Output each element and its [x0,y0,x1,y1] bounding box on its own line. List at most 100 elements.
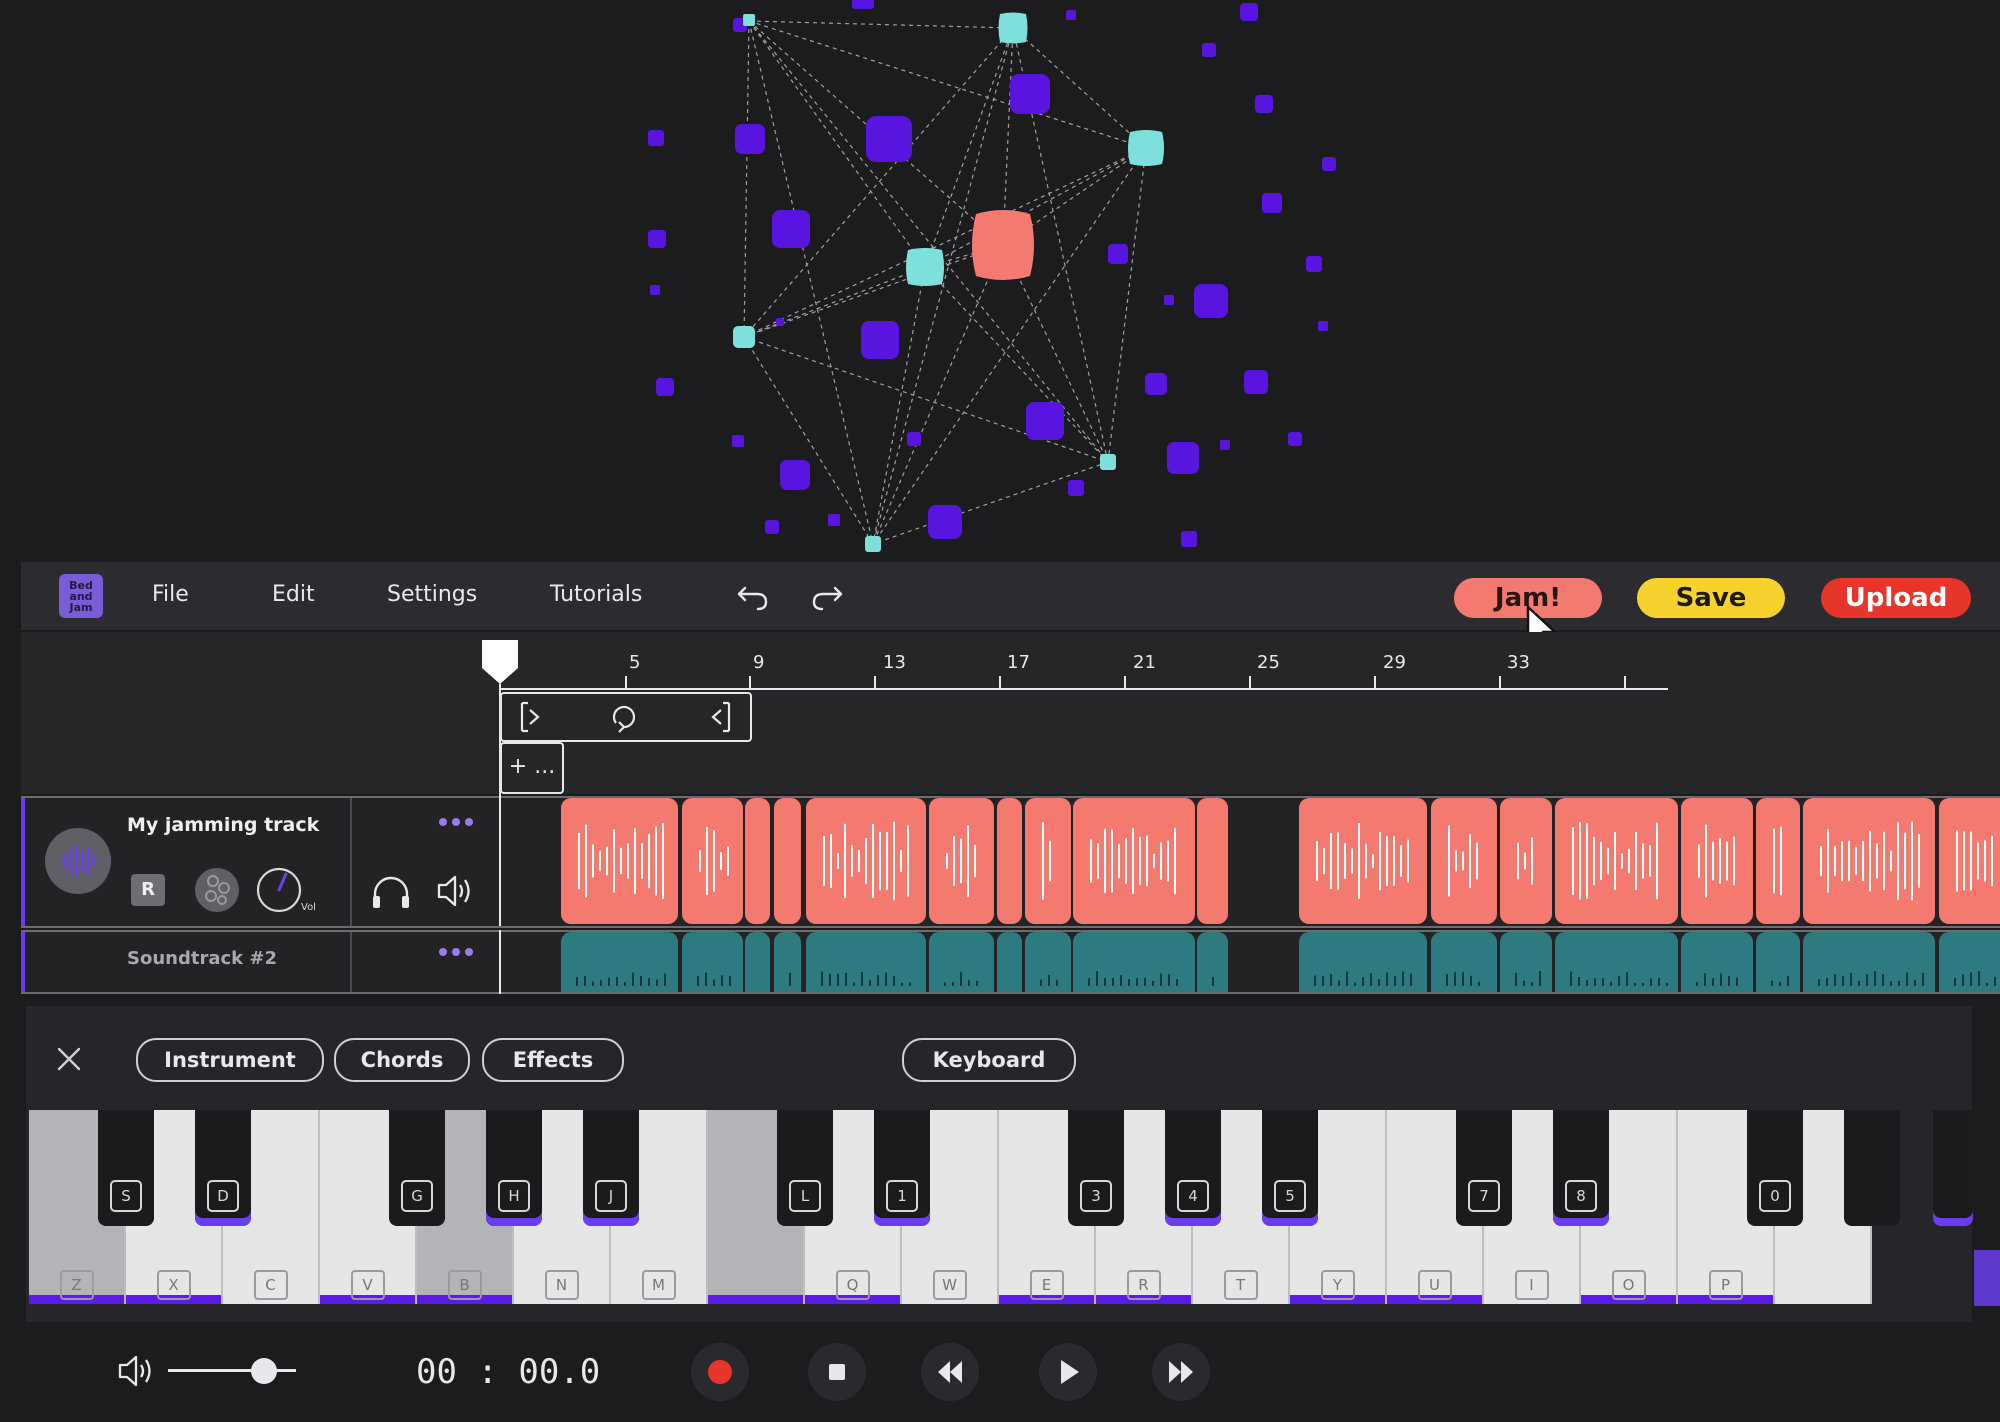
upload-button[interactable]: Upload [1821,578,1971,618]
audio-clip[interactable] [806,798,926,924]
piano-black-key[interactable]: 5 [1262,1110,1318,1226]
audio-clip[interactable] [1431,798,1497,924]
piano-black-key[interactable]: J [583,1110,639,1226]
logo-text-line: and [69,589,93,603]
audio-clip[interactable] [1756,798,1800,924]
logo-text-line: Jam [69,600,93,614]
audio-clip[interactable] [1073,798,1195,924]
audio-clip[interactable] [682,932,743,992]
audio-clip[interactable] [1073,932,1195,992]
playhead-marker[interactable] [480,638,520,686]
piano-black-key[interactable]: L [777,1110,833,1226]
audio-clip[interactable] [1500,798,1552,924]
menu-edit[interactable]: Edit [272,582,315,607]
audio-clip[interactable] [997,932,1022,992]
audio-clip[interactable] [1681,798,1753,924]
keyboard-scroll-indicator[interactable] [1974,1250,2000,1306]
audio-clip[interactable] [774,932,801,992]
audio-clip[interactable] [1681,932,1753,992]
piano-black-key[interactable]: 4 [1165,1110,1221,1226]
loop-end-icon[interactable] [705,700,735,734]
keyboard-toggle[interactable]: Keyboard [902,1038,1076,1082]
piano-black-key[interactable]: 1 [874,1110,930,1226]
menu-file[interactable]: File [152,582,189,607]
audio-clip[interactable] [1299,932,1427,992]
menu-bar: Bed and Jam File Edit Settings Tutorials… [21,562,2000,632]
key-label: Y [1320,1270,1355,1300]
piano-black-key[interactable]: 0 [1747,1110,1803,1226]
ruler-tick [1499,676,1501,690]
key-label: G [401,1180,433,1212]
play-icon [1061,1360,1079,1384]
tab-chords[interactable]: Chords [334,1038,470,1082]
ruler-label: 25 [1257,652,1280,673]
audio-clip[interactable] [1555,798,1678,924]
piano-black-key[interactable]: 7 [1456,1110,1512,1226]
key-label: J [595,1180,627,1212]
stop-button[interactable] [808,1343,866,1401]
app-logo[interactable]: Bed and Jam [59,574,103,618]
menu-tutorials[interactable]: Tutorials [550,582,642,607]
key-label: 5 [1274,1180,1306,1212]
ruler-label: 29 [1383,652,1406,673]
key-label: I [1514,1270,1549,1300]
piano-black-key[interactable]: 3 [1068,1110,1124,1226]
audio-clip[interactable] [929,798,994,924]
tab-effects[interactable]: Effects [482,1038,624,1082]
master-volume-thumb[interactable] [251,1358,277,1384]
audio-clip[interactable] [1756,932,1800,992]
redo-icon[interactable] [807,576,847,616]
audio-clip[interactable] [1025,932,1071,992]
ruler-tick [625,676,627,690]
play-button[interactable] [1039,1343,1097,1401]
save-button[interactable]: Save [1637,578,1785,618]
playhead-line [499,684,501,796]
audio-clip[interactable] [1500,932,1552,992]
record-button[interactable] [691,1343,749,1401]
audio-clip[interactable] [1299,798,1427,924]
audio-clip[interactable] [1939,932,2000,992]
piano-black-key[interactable] [1933,1110,1973,1226]
audio-clip[interactable] [806,932,926,992]
piano-black-key[interactable] [1844,1110,1900,1226]
rewind-button[interactable] [921,1343,979,1401]
audio-clip[interactable] [561,798,678,924]
audio-clip[interactable] [1431,932,1497,992]
track-row: Soundtrack #2 [21,930,2000,994]
piano-black-key[interactable]: 8 [1553,1110,1609,1226]
master-volume-icon[interactable] [116,1352,158,1390]
tab-instrument[interactable]: Instrument [136,1038,324,1082]
piano-black-key[interactable]: D [195,1110,251,1226]
audio-clip[interactable] [561,932,678,992]
close-icon[interactable] [56,1046,82,1072]
piano-black-key[interactable]: S [98,1110,154,1226]
menu-settings[interactable]: Settings [387,582,477,607]
audio-clip[interactable] [1197,932,1228,992]
loop-start-icon[interactable] [516,700,546,734]
time-display: 00 : 00.0 [416,1352,601,1392]
audio-clip[interactable] [1803,798,1935,924]
fast-forward-button[interactable] [1152,1343,1210,1401]
audio-clip[interactable] [929,932,994,992]
key-label: X [156,1270,191,1300]
piano-black-key[interactable]: H [486,1110,542,1226]
stop-icon [829,1364,845,1380]
audio-clip[interactable] [774,798,801,924]
key-label: B [447,1270,482,1300]
key-label: O [1611,1270,1646,1300]
undo-icon[interactable] [733,576,773,616]
audio-clip[interactable] [1803,932,1935,992]
loop-icon[interactable] [607,700,641,734]
audio-clip[interactable] [997,798,1022,924]
audio-clip[interactable] [745,798,770,924]
key-label: Q [835,1270,870,1300]
audio-clip[interactable] [682,798,743,924]
audio-clip[interactable] [1197,798,1228,924]
ruler-label: 9 [753,652,765,673]
audio-clip[interactable] [1555,932,1678,992]
audio-clip[interactable] [745,932,770,992]
audio-clip[interactable] [1939,798,2000,924]
audio-clip[interactable] [1025,798,1071,924]
add-track-button[interactable]: + ... [500,742,564,794]
piano-black-key[interactable]: G [389,1110,445,1226]
